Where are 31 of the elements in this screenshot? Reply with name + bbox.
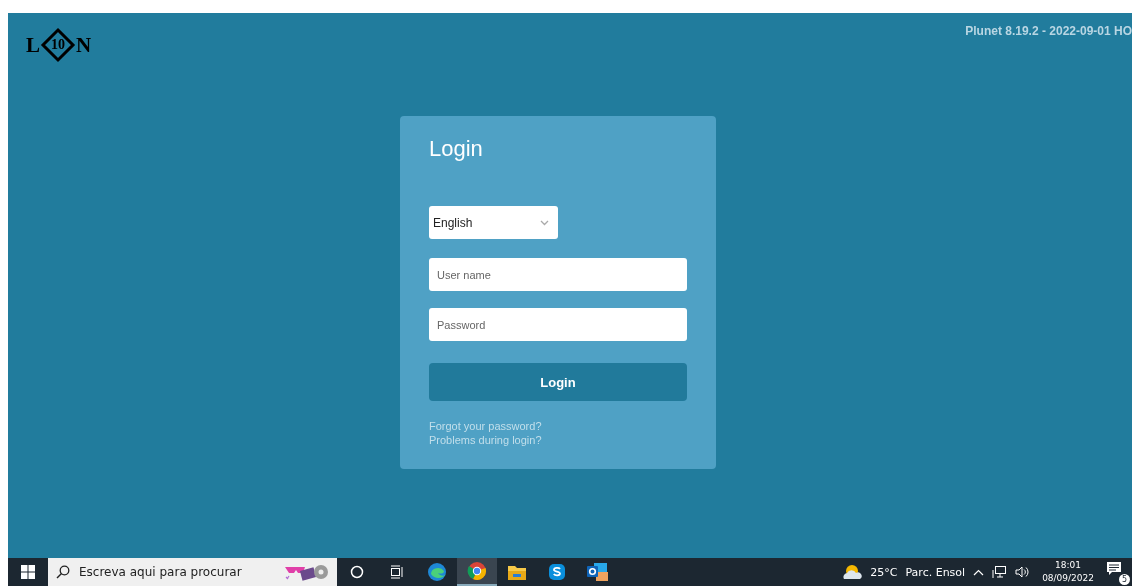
outlook-icon[interactable] — [586, 562, 608, 582]
folder-icon[interactable] — [507, 563, 527, 581]
skype-icon[interactable] — [548, 563, 566, 581]
speaker-icon[interactable] — [1015, 565, 1031, 579]
diamond-icon — [40, 27, 76, 63]
weather-text: Parc. Ensol — [905, 565, 966, 579]
notification-icon[interactable] — [1106, 561, 1122, 577]
search-icon — [56, 565, 70, 579]
cortana-icon[interactable] — [350, 565, 364, 579]
chevron-up-icon[interactable] — [973, 568, 985, 576]
windows-icon[interactable] — [21, 565, 35, 579]
password-field[interactable]: Password — [429, 308, 687, 341]
version-text: Plunet 8.19.2 - 2022-09-01 HO — [965, 24, 1132, 38]
clock[interactable]: 18:01 08/09/2022 — [1042, 559, 1094, 585]
network-icon[interactable] — [992, 565, 1008, 579]
edge-icon[interactable] — [427, 562, 447, 582]
logo-number: 10 — [51, 37, 65, 53]
logo-letter: N — [76, 32, 92, 58]
search-field[interactable]: Escreva aqui para procurar — [48, 558, 337, 586]
weather-cloud-sun-icon[interactable] — [842, 564, 863, 580]
chrome-icon[interactable] — [467, 561, 487, 581]
username-field[interactable]: User name — [429, 258, 687, 291]
temperature-text: 25°C — [870, 565, 898, 579]
logo-letter: L — [26, 32, 40, 58]
task-view-icon[interactable] — [390, 565, 404, 579]
login-title: Login — [429, 136, 484, 163]
notification-count: 5 — [1119, 574, 1130, 585]
language-dropdown[interactable]: English — [429, 206, 558, 239]
search-input[interactable]: Escreva aqui para procurar — [79, 565, 259, 579]
login-button[interactable]: Login — [429, 363, 687, 401]
chevron-down-icon — [540, 219, 549, 226]
